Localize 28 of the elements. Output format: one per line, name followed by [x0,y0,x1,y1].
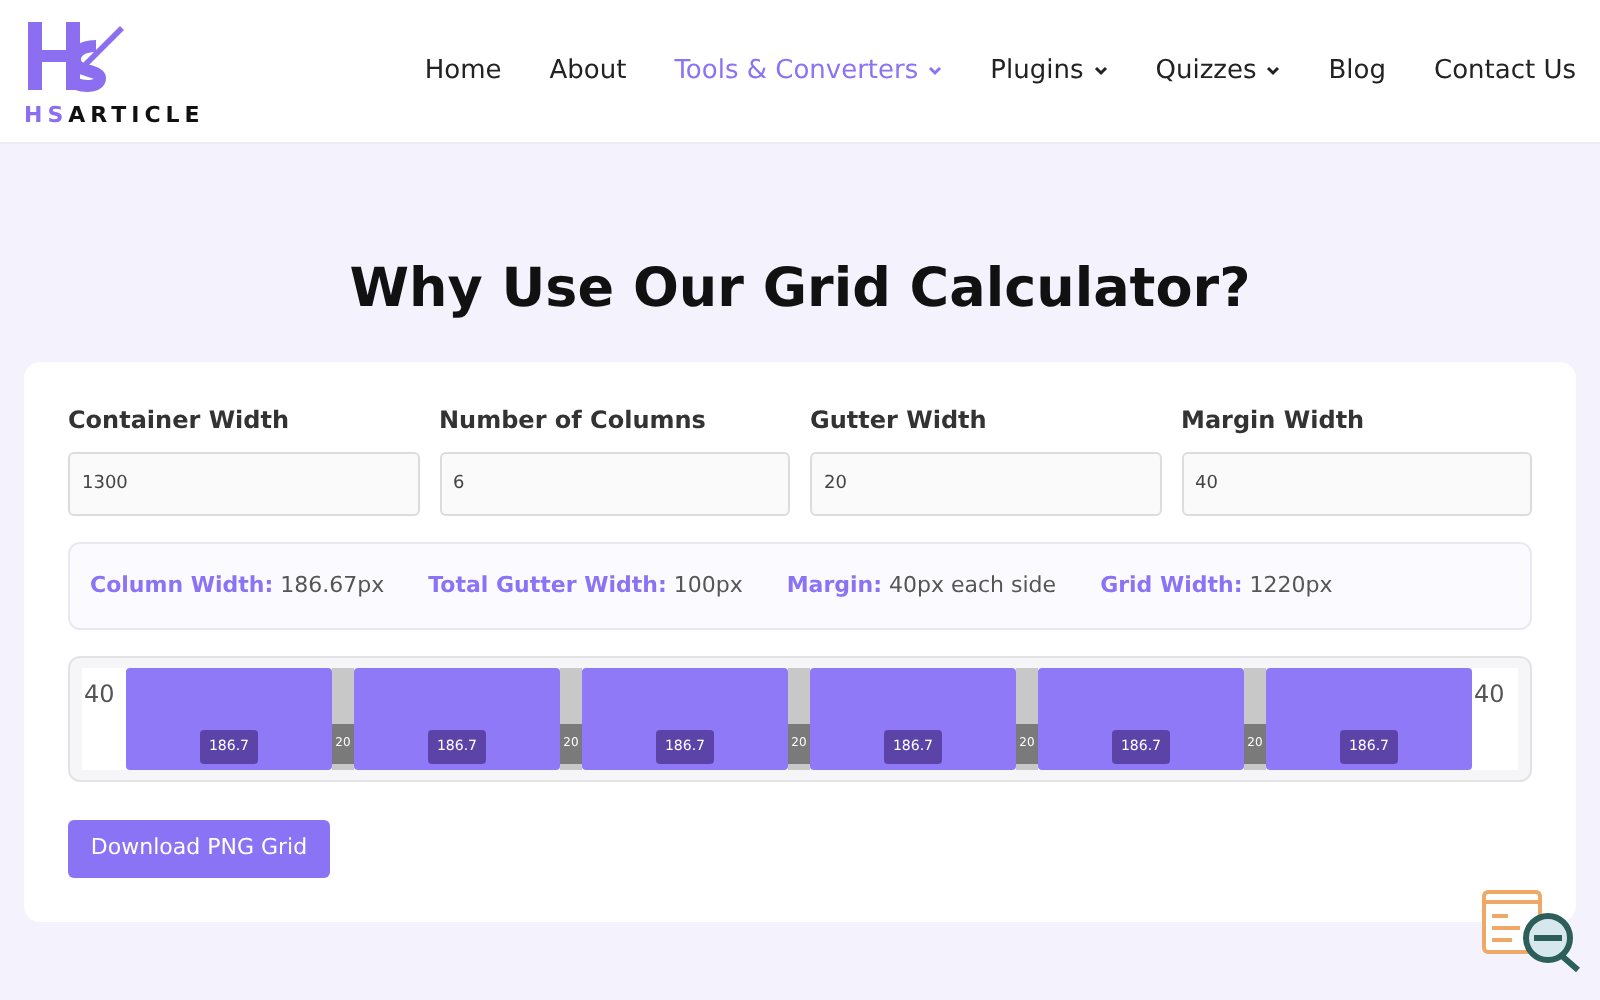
result-text: Column Width: 186.67px [90,569,385,602]
field-label: Container Width [68,404,292,438]
nav-link[interactable]: Blog [1328,51,1386,91]
result-text: Grid Width: 1220px [1100,569,1333,602]
nav-link[interactable]: About [549,51,627,91]
chevron-down-icon [1093,66,1108,76]
result-text: Total Gutter Width: 100px [428,569,743,602]
input-field[interactable]: 20 [810,452,1161,516]
nav-link[interactable]: Plugins [990,51,1108,91]
margin-label: 40 [1474,680,1505,708]
margin-label: 40 [84,680,115,708]
chevron-down-icon [1266,66,1281,76]
nav-link[interactable]: Quizzes [1155,51,1281,91]
input-field[interactable]: 40 [1181,452,1532,516]
input-field[interactable]: 1300 [68,452,419,516]
page-heading: Why Use Our Grid Calculator? [347,256,1253,324]
field-label: Number of Columns [439,404,708,438]
logo-text[interactable]: HS ARTICLE [24,103,205,125]
nav-link[interactable]: Home [424,51,502,91]
field-label: Margin Width [1181,404,1367,438]
nav-link[interactable]: Tools & Converters [674,51,943,91]
input-field[interactable]: 6 [439,452,790,516]
result-text: Margin: 40px each side [786,569,1057,602]
download-button[interactable]: Download PNG Grid [68,820,330,878]
chevron-down-icon [928,66,943,76]
field-label: Gutter Width [810,404,989,438]
nav-link[interactable]: Contact Us [1434,51,1576,91]
logo-icon [24,17,128,93]
